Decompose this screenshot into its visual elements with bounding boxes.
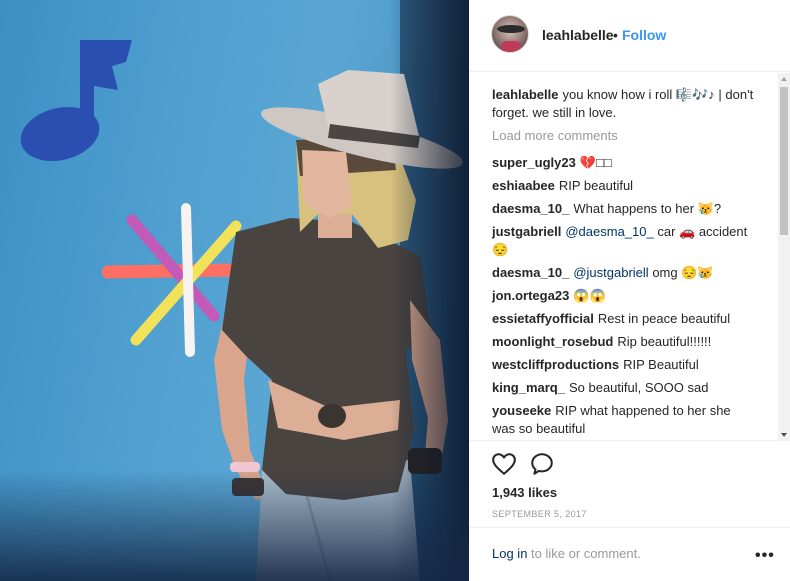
author-username-link[interactable]: leahlabelle [542, 27, 614, 43]
comment-username[interactable]: moonlight_rosebud [492, 334, 613, 349]
follow-button[interactable]: Follow [622, 27, 666, 43]
comment-username[interactable]: westcliffproductions [492, 357, 619, 372]
comment-text: RIP Beautiful [623, 357, 699, 372]
comment-item: justgabriell @daesma_10_ car 🚗 accident 😔 [492, 223, 757, 259]
post-actions: 1,943 likes SEPTEMBER 5, 2017 [469, 442, 790, 528]
heart-outline-icon [492, 453, 516, 475]
comment-text: So beautiful, SOOO sad [568, 380, 709, 395]
comment-item: westcliffproductions RIP Beautiful [492, 356, 757, 374]
comment-item: super_ugly23 💔□□ [492, 154, 757, 172]
comment-username[interactable]: jon.ortega23 [492, 288, 569, 303]
comment-text: 💔□□ [579, 155, 612, 170]
comment-button[interactable] [529, 451, 555, 477]
music-note-mural [20, 40, 132, 162]
speech-bubble-icon [531, 453, 553, 475]
comments-scrollbar[interactable] [778, 73, 790, 441]
comment-text: RIP beautiful [558, 178, 634, 193]
photo-floor-shadow [0, 470, 469, 581]
comment-item: essietaffyofficial Rest in peace beautifu… [492, 310, 757, 328]
login-link[interactable]: Log in [492, 546, 527, 561]
comment-item: daesma_10_ What happens to her 😿? [492, 200, 757, 218]
comment-item: jon.ortega23 😱😱 [492, 287, 757, 305]
avatar-hat [497, 25, 525, 33]
like-button[interactable] [491, 451, 517, 477]
asterisk-mural [101, 203, 243, 357]
comment-text: What happens to her 😿? [573, 201, 722, 216]
comments-panel[interactable]: leahlabelle you know how i roll 🎼🎶♪ | don… [469, 73, 790, 441]
scroll-up-arrow-icon[interactable] [781, 77, 787, 81]
avatar[interactable] [491, 15, 529, 53]
comment-text: 😱😱 [573, 288, 606, 303]
comment-mention-link[interactable]: @daesma_10_ [565, 224, 653, 239]
comment-username[interactable]: eshiaabee [492, 178, 555, 193]
comment-username[interactable]: super_ugly23 [492, 155, 576, 170]
login-prompt: Log in to like or comment. [492, 546, 641, 561]
comment-username[interactable]: justgabriell [492, 224, 561, 239]
comment-text: Rip beautiful!!!!!! [617, 334, 712, 349]
post-header: leahlabelle • Follow [469, 0, 790, 72]
caption: leahlabelle you know how i roll 🎼🎶♪ | don… [492, 86, 757, 122]
comment-item: eshiaabee RIP beautiful [492, 177, 757, 195]
comment-username[interactable]: essietaffyofficial [492, 311, 594, 326]
comment-text: omg 😔😿 [652, 265, 714, 280]
comment-item: youseeke RIP what happened to her she was… [492, 402, 757, 438]
comment-item: daesma_10_ @justgabriell omg 😔😿 [492, 264, 757, 282]
login-suffix: to like or comment. [527, 546, 641, 561]
comments-list: leahlabelle you know how i roll 🎼🎶♪ | don… [492, 86, 757, 440]
comment-text: Rest in peace beautiful [597, 311, 731, 326]
comment-username[interactable]: daesma_10_ [492, 201, 569, 216]
likes-count[interactable]: 1,943 likes [492, 485, 557, 500]
scrollbar-thumb[interactable] [780, 87, 788, 235]
comment-item: king_marq_ So beautiful, SOOO sad [492, 379, 757, 397]
post-date[interactable]: SEPTEMBER 5, 2017 [492, 509, 587, 519]
comment-username[interactable]: daesma_10_ [492, 265, 569, 280]
ellipsis-icon[interactable]: ••• [755, 547, 775, 565]
comment-mention-link[interactable]: @justgabriell [573, 265, 648, 280]
separator-dot: • [613, 27, 618, 43]
avatar-shirt [501, 41, 521, 52]
scroll-down-arrow-icon[interactable] [781, 433, 787, 437]
comment-username[interactable]: youseeke [492, 403, 551, 418]
post-photo[interactable] [0, 0, 469, 581]
post-footer: Log in to like or comment. ••• [469, 529, 790, 581]
comment-item: moonlight_rosebud Rip beautiful!!!!!! [492, 333, 757, 351]
comment-username[interactable]: king_marq_ [492, 380, 565, 395]
comment-items: super_ugly23 💔□□ eshiaabee RIP beautiful dae… [492, 154, 757, 438]
load-more-comments-button[interactable]: Load more comments [492, 127, 757, 145]
caption-username[interactable]: leahlabelle [492, 87, 558, 102]
